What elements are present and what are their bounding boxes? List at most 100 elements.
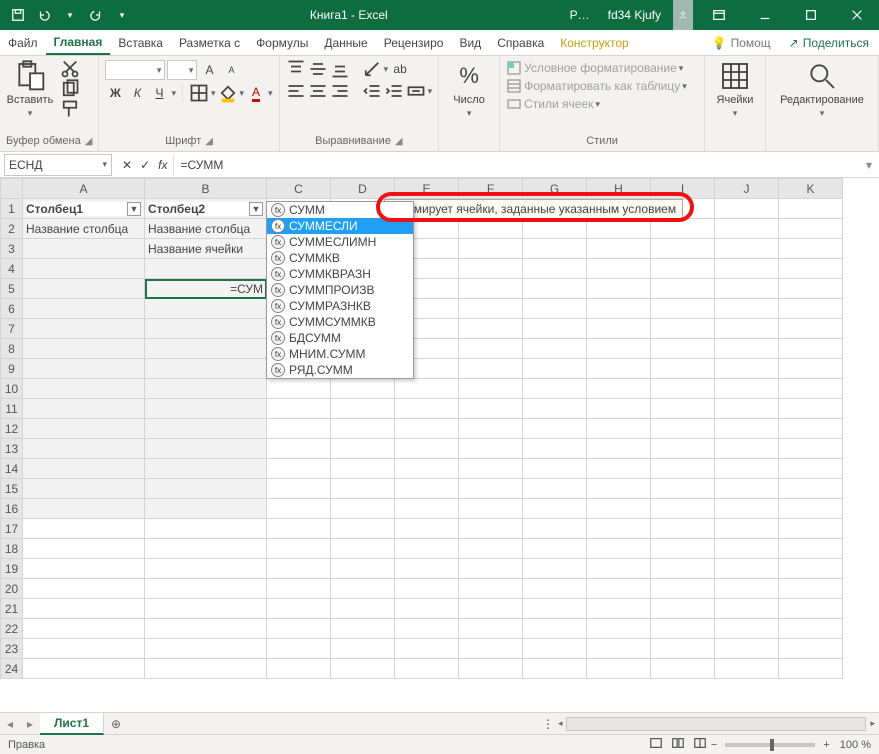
font-size-combo[interactable]: ▾ xyxy=(167,60,197,80)
cell[interactable] xyxy=(587,579,651,599)
cell[interactable] xyxy=(715,299,779,319)
cell[interactable] xyxy=(715,359,779,379)
cell[interactable] xyxy=(459,619,523,639)
cell[interactable] xyxy=(267,459,331,479)
cell[interactable] xyxy=(267,539,331,559)
cell[interactable] xyxy=(523,299,587,319)
cell[interactable] xyxy=(651,479,715,499)
cell[interactable] xyxy=(395,419,459,439)
cell[interactable] xyxy=(587,259,651,279)
tab-home[interactable]: Главная xyxy=(46,30,111,55)
redo-icon[interactable] xyxy=(84,3,108,27)
col-header-D[interactable]: D xyxy=(331,179,395,199)
cell[interactable] xyxy=(715,639,779,659)
select-all-button[interactable] xyxy=(1,179,23,199)
col-header-G[interactable]: G xyxy=(523,179,587,199)
cell[interactable] xyxy=(715,259,779,279)
bold-button[interactable]: Ж xyxy=(105,84,125,102)
cell[interactable] xyxy=(587,319,651,339)
cell[interactable] xyxy=(779,219,843,239)
cell[interactable] xyxy=(715,219,779,239)
chevron-down-icon[interactable]: ▾ xyxy=(384,64,389,75)
cell[interactable] xyxy=(395,599,459,619)
row-header[interactable]: 1 xyxy=(1,199,23,219)
cell[interactable] xyxy=(145,359,267,379)
cell[interactable] xyxy=(779,479,843,499)
cell[interactable] xyxy=(523,659,587,679)
formula-autocomplete-popup[interactable]: fxСУММfxСУММЕСЛИfxСУММЕСЛИМНfxСУММКВfxСУ… xyxy=(266,201,414,379)
cell[interactable] xyxy=(145,519,267,539)
cell[interactable]: Название ячейки xyxy=(145,239,267,259)
row-header[interactable]: 21 xyxy=(1,599,23,619)
cell[interactable] xyxy=(459,639,523,659)
cell[interactable] xyxy=(779,399,843,419)
expand-formula-bar-icon[interactable]: ▾ xyxy=(859,158,879,172)
filter-icon[interactable]: ▼ xyxy=(249,202,263,216)
chevron-down-icon[interactable]: ▾ xyxy=(211,88,216,99)
cell[interactable] xyxy=(779,619,843,639)
cell[interactable] xyxy=(779,659,843,679)
cell[interactable] xyxy=(651,499,715,519)
cell[interactable] xyxy=(523,459,587,479)
cell[interactable] xyxy=(651,359,715,379)
cell[interactable] xyxy=(779,459,843,479)
ribbon-display-icon[interactable] xyxy=(699,0,739,30)
autocomplete-item[interactable]: fxСУММПРОИЗВ xyxy=(267,282,413,298)
cell[interactable] xyxy=(651,439,715,459)
cell[interactable] xyxy=(523,639,587,659)
tab-help[interactable]: Справка xyxy=(489,30,552,55)
cell[interactable] xyxy=(779,639,843,659)
cell[interactable] xyxy=(331,599,395,619)
autocomplete-item[interactable]: fxСУММЕСЛИМН xyxy=(267,234,413,250)
cell[interactable] xyxy=(395,399,459,419)
cell[interactable] xyxy=(395,639,459,659)
cell[interactable] xyxy=(459,419,523,439)
cell[interactable] xyxy=(779,539,843,559)
cell[interactable] xyxy=(395,579,459,599)
cell[interactable] xyxy=(459,259,523,279)
cell[interactable] xyxy=(459,579,523,599)
cell[interactable] xyxy=(651,619,715,639)
tab-file[interactable]: Файл xyxy=(0,30,46,55)
underline-button[interactable]: Ч xyxy=(149,84,169,102)
cell[interactable] xyxy=(395,479,459,499)
row-header[interactable]: 19 xyxy=(1,559,23,579)
cell[interactable] xyxy=(145,419,267,439)
cell[interactable] xyxy=(23,239,145,259)
col-header-B[interactable]: B xyxy=(145,179,267,199)
cell[interactable] xyxy=(331,539,395,559)
cell[interactable] xyxy=(23,659,145,679)
cell[interactable] xyxy=(587,299,651,319)
autocomplete-item[interactable]: fxМНИМ.СУММ xyxy=(267,346,413,362)
cut-icon[interactable] xyxy=(60,60,80,78)
cell[interactable] xyxy=(523,259,587,279)
row-header[interactable]: 20 xyxy=(1,579,23,599)
cell[interactable] xyxy=(145,499,267,519)
cell[interactable] xyxy=(715,239,779,259)
new-sheet-icon[interactable]: ⊕ xyxy=(104,717,128,731)
cell[interactable]: Название столбца xyxy=(145,219,267,239)
cell[interactable] xyxy=(715,519,779,539)
cell[interactable] xyxy=(145,319,267,339)
cell[interactable] xyxy=(715,599,779,619)
insert-function-icon[interactable]: fx xyxy=(158,158,167,172)
cell[interactable] xyxy=(23,339,145,359)
italic-button[interactable]: К xyxy=(127,84,147,102)
row-header[interactable]: 6 xyxy=(1,299,23,319)
column-headers[interactable]: A B C D E F G H I J K xyxy=(1,179,843,199)
row-header[interactable]: 7 xyxy=(1,319,23,339)
cell[interactable] xyxy=(587,499,651,519)
autocomplete-item[interactable]: fxСУММСУММКВ xyxy=(267,314,413,330)
cell[interactable] xyxy=(651,519,715,539)
cell[interactable] xyxy=(523,339,587,359)
cell[interactable] xyxy=(715,659,779,679)
cell[interactable] xyxy=(779,379,843,399)
editing-button[interactable]: Редактирование▾ xyxy=(772,60,872,119)
row-header[interactable]: 14 xyxy=(1,459,23,479)
cell[interactable] xyxy=(651,339,715,359)
row-header[interactable]: 16 xyxy=(1,499,23,519)
sheet-tab[interactable]: Лист1 xyxy=(40,713,104,735)
cell[interactable] xyxy=(267,399,331,419)
horizontal-scrollbar[interactable] xyxy=(566,717,866,731)
cell[interactable] xyxy=(715,579,779,599)
